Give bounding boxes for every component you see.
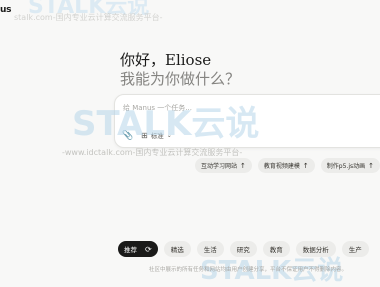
tab-productivity[interactable]: 生产 — [341, 241, 369, 257]
squares-icon: ⊞ — [141, 130, 148, 140]
mode-label: 标准 — [150, 132, 164, 140]
refresh-icon[interactable]: ⟳ — [145, 245, 152, 254]
footer-disclaimer: 社区中展示的所有任务和网站均由用户创建分享，平台不保证用户不得删除内容。 — [149, 267, 348, 273]
task-input[interactable]: 给 Manus 一个任务... — [123, 103, 192, 113]
suggestion-label: 制作p5.js动画 — [326, 163, 366, 170]
tab-label: 推荐 — [124, 246, 137, 254]
chevron-down-icon: ⌄ — [166, 131, 172, 139]
suggestion-chips: 互动学习网站 ↑ 教育视频建模 ↑ 制作p5.js动画 ↑ — [195, 158, 380, 173]
tab-research[interactable]: 研究 — [229, 241, 257, 257]
community-tabs: 推荐 ⟳ 精选 生活 研究 教育 数据分析 生产 — [118, 241, 369, 257]
tab-life[interactable]: 生活 — [196, 241, 224, 257]
suggestion-chip[interactable]: 制作p5.js动画 ↑ — [320, 158, 380, 173]
paperclip-icon[interactable]: 📎 — [122, 131, 133, 141]
suggestion-chip[interactable]: 教育视频建模 ↑ — [257, 158, 315, 173]
mode-selector[interactable]: ⊞ 标准 ⌄ — [141, 130, 172, 141]
app-logo[interactable]: us — [0, 5, 11, 15]
greeting-subtitle: 我能为你做什么？ — [120, 70, 241, 88]
task-input-card[interactable]: 给 Manus 一个任务... 📎 ⊞ 标准 ⌄ — [114, 94, 380, 148]
arrow-up-icon: ↑ — [368, 161, 374, 170]
greeting: 你好，Eliose 我能为你做什么？ — [120, 51, 240, 89]
arrow-up-icon: ↑ — [240, 161, 246, 170]
tab-education[interactable]: 教育 — [262, 241, 290, 257]
watermark-text-mid: -www.idctalk.com-国内专业云计算交流服务平台- — [62, 148, 243, 157]
tab-data-analysis[interactable]: 数据分析 — [295, 241, 336, 257]
tab-featured[interactable]: 精选 — [163, 241, 191, 257]
suggestion-label: 互动学习网站 — [201, 163, 238, 170]
tab-recommended[interactable]: 推荐 ⟳ — [118, 241, 158, 257]
arrow-up-icon: ↑ — [302, 161, 309, 170]
suggestion-label: 教育视频建模 — [263, 163, 300, 170]
watermark-text-top: stalk.com-国内专业云计算交流服务平台- — [14, 13, 163, 22]
suggestion-chip[interactable]: 互动学习网站 ↑ — [195, 158, 252, 173]
watermark-brand-top: STALK云说 — [28, 0, 150, 19]
greeting-title: 你好，Eliose — [120, 51, 212, 69]
